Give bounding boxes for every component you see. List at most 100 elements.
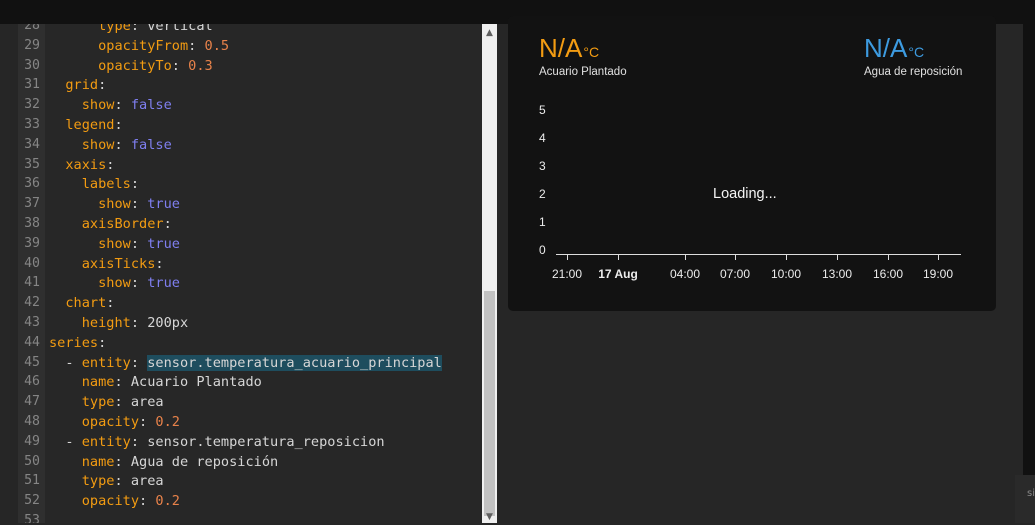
x-tick-mark bbox=[618, 254, 619, 260]
code-text: labels: bbox=[49, 174, 139, 194]
code-token: legend bbox=[65, 117, 115, 133]
code-token: : bbox=[155, 255, 164, 272]
right-panel-edge bbox=[1023, 24, 1035, 475]
scroll-up-arrow-icon[interactable]: ▲ bbox=[482, 26, 497, 41]
code-text: opacityTo: 0.3 bbox=[49, 56, 213, 76]
code-token: opacityFrom bbox=[98, 37, 189, 54]
line-number: 51 bbox=[24, 473, 40, 489]
series-name: Agua de reposición bbox=[864, 66, 963, 78]
side-text-fragment: si bbox=[1027, 488, 1035, 499]
state-unit: °C bbox=[583, 44, 600, 60]
state-value: N/A bbox=[539, 33, 583, 63]
code-text: name: Acuario Plantado bbox=[49, 372, 262, 392]
code-token: : bbox=[139, 414, 156, 430]
code-token: : bbox=[130, 354, 148, 371]
y-tick-label: 1 bbox=[539, 215, 546, 229]
x-tick-mark bbox=[938, 254, 939, 260]
state-value: N/A bbox=[864, 33, 908, 63]
code-token: type bbox=[81, 394, 115, 411]
x-tick-label: 07:00 bbox=[719, 267, 751, 281]
y-tick-label: 4 bbox=[539, 131, 546, 145]
code-text: axisBorder: bbox=[49, 214, 172, 234]
code-token: 0.5 bbox=[204, 37, 230, 54]
code-token: false bbox=[130, 136, 172, 153]
y-tick-label: 3 bbox=[539, 159, 546, 173]
code-token: : area bbox=[114, 473, 164, 490]
x-tick-mark bbox=[786, 254, 787, 260]
right-panel-lower bbox=[1015, 475, 1035, 523]
code-text: height: 200px bbox=[49, 313, 188, 333]
code-token: series bbox=[49, 334, 99, 351]
code-token: opacityTo bbox=[98, 57, 172, 74]
code-token: true bbox=[147, 196, 180, 213]
line-number: 53 bbox=[24, 513, 40, 523]
x-tick-mark bbox=[837, 254, 838, 260]
code-token: sensor.temperatura_acuario_principal bbox=[147, 354, 442, 371]
line-number: 29 bbox=[24, 37, 40, 53]
x-tick-mark bbox=[567, 254, 568, 260]
series-name: Acuario Plantado bbox=[539, 66, 627, 78]
code-token: : bbox=[171, 57, 189, 74]
line-number: 48 bbox=[24, 414, 40, 429]
editor-scrollbar[interactable]: ▲ ▼ bbox=[482, 24, 497, 523]
x-axis-line bbox=[556, 254, 961, 255]
y-tick-label: 0 bbox=[539, 243, 546, 257]
code-token: axisTicks bbox=[81, 255, 156, 272]
code-text: show: false bbox=[49, 135, 172, 155]
x-tick-label: 10:00 bbox=[770, 267, 802, 281]
line-number: 47 bbox=[24, 394, 40, 410]
code-text: legend: bbox=[49, 115, 122, 135]
x-tick-label: 21:00 bbox=[551, 267, 583, 281]
code-token: false bbox=[130, 97, 172, 114]
code-token: name bbox=[81, 453, 115, 470]
code-token: : bbox=[130, 275, 148, 292]
code-token: : bbox=[98, 77, 107, 94]
line-number: 45 bbox=[24, 354, 40, 370]
code-text: xaxis: bbox=[49, 155, 114, 175]
code-token: : sensor.temperatura_reposicion bbox=[130, 433, 385, 450]
code-text: series: bbox=[49, 333, 106, 353]
yaml-code-editor[interactable]: type: vertical opacityFrom: 0.5 opacityT… bbox=[18, 24, 482, 523]
line-numbers: 28 29 30 31 32 33 34 35 36 37 38 39 40 41 42 43 44 45 46 47… bbox=[18, 24, 45, 523]
code-token: show bbox=[98, 235, 131, 252]
code-token: show bbox=[98, 275, 131, 292]
line-number: 28 bbox=[24, 24, 40, 33]
code-token: show bbox=[98, 196, 131, 213]
code-text: show: true bbox=[49, 234, 180, 254]
line-number: 43 bbox=[24, 315, 40, 330]
code-token: show bbox=[81, 136, 115, 153]
x-tick-label: 17 Aug bbox=[598, 267, 638, 281]
code-token: type bbox=[81, 473, 115, 490]
line-number: 41 bbox=[24, 275, 40, 291]
line-number: 30 bbox=[24, 57, 40, 73]
line-number: 32 bbox=[24, 97, 40, 113]
line-number: 44 bbox=[24, 334, 40, 350]
code-token: : bbox=[188, 37, 205, 54]
y-tick-label: 5 bbox=[539, 103, 546, 117]
code-token: 0.2 bbox=[155, 414, 180, 430]
code-token: 0.3 bbox=[188, 57, 213, 74]
code-text: opacity: 0.2 bbox=[49, 491, 180, 511]
code-token: entity bbox=[81, 354, 131, 371]
code-text: opacityFrom: 0.5 bbox=[49, 36, 229, 56]
line-number: 40 bbox=[24, 255, 40, 271]
apexcharts-card-preview: N/A°C Acuario Plantado N/A°C Agua de rep… bbox=[508, 16, 996, 311]
series-state-reposicion: N/A°C Agua de reposición bbox=[864, 33, 962, 78]
x-tick-label: 16:00 bbox=[872, 267, 904, 281]
series-state-acuario: N/A°C Acuario Plantado bbox=[539, 33, 627, 78]
x-tick-label: 19:00 bbox=[922, 267, 954, 281]
code-token: : bbox=[114, 97, 131, 114]
scrollbar-thumb[interactable] bbox=[484, 291, 495, 516]
